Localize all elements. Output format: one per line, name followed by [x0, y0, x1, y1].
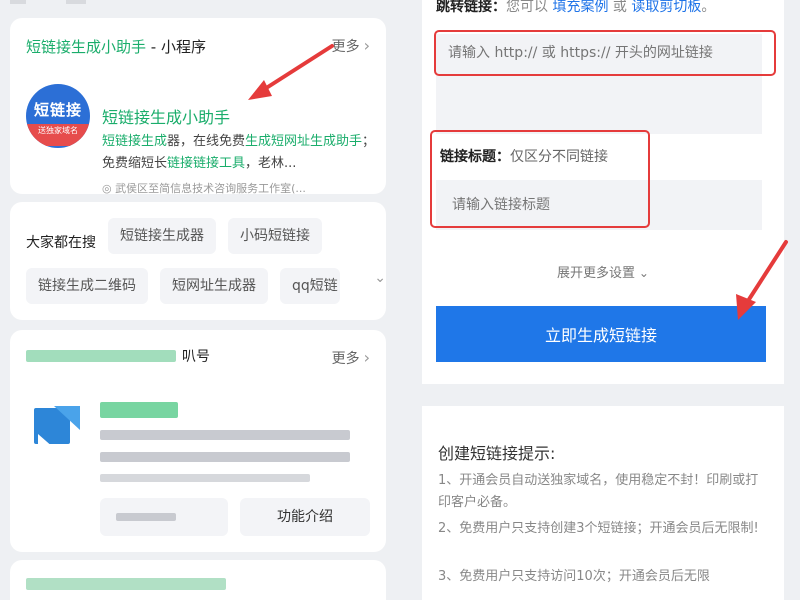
tip-item: 2、免费用户只支持创建3个短链接；开通会员后无限制! [438, 521, 759, 536]
account-header-suffix: 叭号 [182, 349, 210, 365]
more-link[interactable]: 更多 [332, 348, 370, 368]
short-link-form-panel: 跳转链接：您可以 填充案例 或 读取剪切板。 链接标题：仅区分不同链接 展开更多… [400, 0, 800, 600]
blurred-text [100, 430, 350, 440]
popular-searches-label: 大家都在搜 [26, 235, 96, 251]
tips-card: 创建短链接提示: 1、开通会员自动送独家域名，使用稳定不封！印刷或打印客户必备。… [422, 406, 784, 600]
read-clipboard-link[interactable]: 读取剪切板 [631, 0, 701, 15]
blurred-text [26, 578, 226, 590]
miniapp-title[interactable]: 短链接生成小助手 [102, 104, 230, 128]
account-result-card[interactable]: 叭号 更多 功能介绍 [10, 330, 386, 552]
search-chip[interactable]: 小码短链接 [228, 218, 322, 254]
search-chip[interactable]: qq短链 [280, 268, 340, 304]
search-chip[interactable]: 链接生成二维码 [26, 268, 148, 304]
blurred-button[interactable] [100, 498, 228, 536]
more-link[interactable]: 更多 [332, 36, 370, 56]
blurred-text [100, 452, 350, 462]
fill-example-link[interactable]: 填充案例 [552, 0, 608, 15]
expand-settings-toggle[interactable]: 展开更多设置 [422, 262, 784, 281]
search-chip[interactable]: 短网址生成器 [160, 268, 268, 304]
next-result-card [10, 560, 386, 600]
miniapp-result-card[interactable]: 短链接生成小助手 - 小程序 更多 短链接 送独家域名 短链接生成小助手 短链接… [10, 18, 386, 195]
search-chip[interactable]: 短链接生成器 [108, 218, 216, 254]
account-logo [34, 404, 80, 450]
search-results-panel: 短链接生成小助手 - 小程序 更多 短链接 送独家域名 短链接生成小助手 短链接… [0, 0, 400, 600]
blurred-text [100, 474, 310, 482]
chevron-down-icon[interactable]: ⌄ [374, 270, 386, 286]
blurred-text [100, 402, 178, 418]
tab-strip [10, 0, 386, 8]
company-name: ◎ 武侯区至简信息技术咨询服务工作室(... [102, 182, 306, 195]
jump-link-label: 跳转链接：您可以 填充案例 或 读取剪切板。 [436, 0, 716, 15]
blurred-text [26, 350, 176, 362]
tip-item: 3、免费用户只支持访问10次；开通会员后无限 [438, 569, 710, 584]
generate-short-link-button[interactable]: 立即生成短链接 [436, 306, 766, 362]
tip-item: 1、开通会员自动送独家域名，使用稳定不封！印刷或打印客户必备。 [438, 473, 759, 510]
miniapp-description: 短链接生成器，在线免费生成短网址生成助手；免费缩短长链接链接工具，老林... [102, 134, 376, 171]
miniapp-card-header: 短链接生成小助手 - 小程序 [26, 38, 206, 56]
highlight-box [434, 30, 776, 76]
miniapp-logo: 短链接 送独家域名 [26, 84, 90, 148]
highlight-box [430, 130, 650, 228]
feature-intro-button[interactable]: 功能介绍 [240, 498, 370, 536]
tips-title: 创建短链接提示: [438, 444, 556, 463]
